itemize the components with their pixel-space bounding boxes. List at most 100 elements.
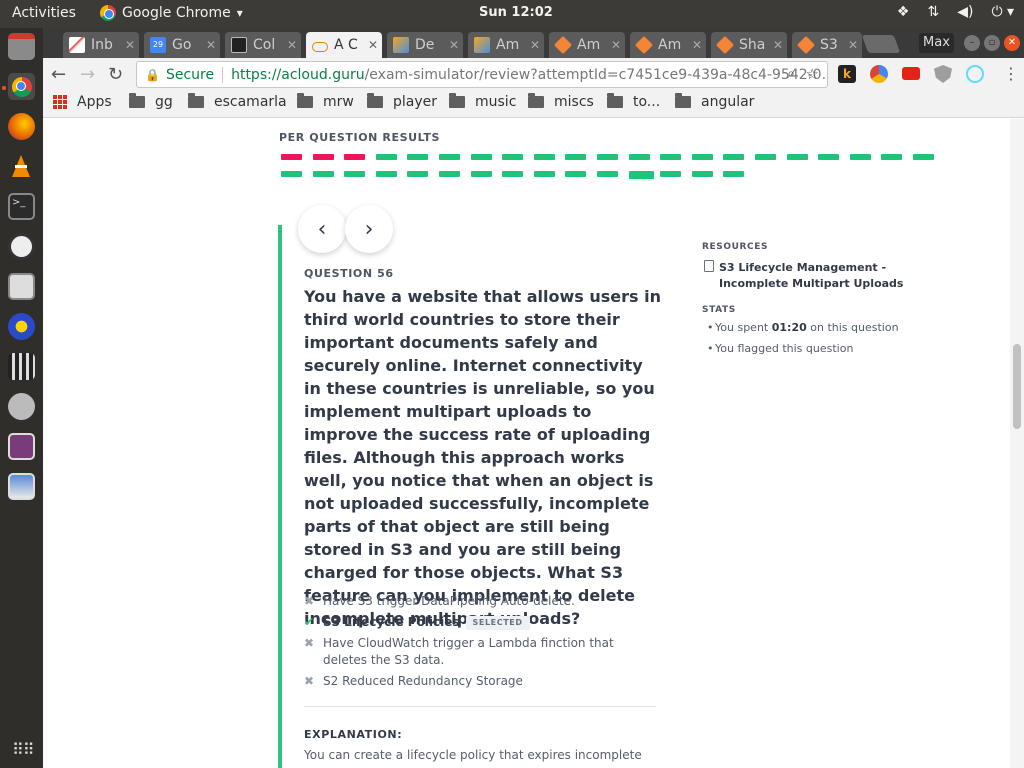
dropbox-icon[interactable]: ❖	[897, 4, 910, 20]
headphones-app-icon[interactable]	[8, 313, 35, 340]
tab-0[interactable]: Inb ✕	[63, 32, 139, 58]
show-applications-icon[interactable]: ⠿⠿	[12, 740, 34, 759]
font-viewer-icon[interactable]	[8, 433, 35, 460]
question-result-wrong[interactable]	[344, 154, 366, 160]
close-icon[interactable]: ✕	[445, 38, 463, 52]
extension-react-icon[interactable]	[966, 65, 984, 83]
bookmark-folder[interactable]: mrw	[297, 93, 354, 110]
bookmark-folder[interactable]: angular	[675, 93, 754, 110]
previous-question-button[interactable]: ‹	[298, 205, 346, 253]
question-result-right[interactable]	[470, 154, 492, 160]
tab-5[interactable]: Am ✕	[468, 32, 544, 58]
terminal-icon[interactable]: >_	[8, 193, 35, 220]
next-question-button[interactable]: ›	[345, 205, 393, 253]
close-icon[interactable]: ✕	[526, 38, 544, 52]
tab-3[interactable]: A C ✕	[306, 32, 382, 58]
question-result-right[interactable]	[312, 171, 334, 177]
reload-icon[interactable]: ↻	[108, 64, 123, 85]
question-result-wrong[interactable]	[281, 154, 302, 160]
bookmark-apps[interactable]: Apps	[53, 94, 112, 110]
question-result-right[interactable]	[407, 154, 429, 160]
question-result-right[interactable]	[723, 154, 745, 160]
close-window-icon[interactable]: ✕	[1004, 35, 1020, 51]
firefox-icon[interactable]	[8, 113, 35, 140]
clock[interactable]: Sun 12:02	[479, 5, 553, 20]
new-tab-button[interactable]	[861, 35, 901, 53]
scrollbar[interactable]	[1010, 119, 1024, 768]
question-result-wrong[interactable]	[312, 154, 334, 160]
activities-button[interactable]: Activities	[12, 5, 76, 21]
image-viewer-icon[interactable]	[8, 473, 35, 500]
settings-tools-icon[interactable]	[8, 393, 35, 420]
extension-shield-icon[interactable]	[934, 65, 952, 83]
address-bar[interactable]: 🔒 Secure https://acloud.guru /exam-simul…	[136, 61, 828, 88]
question-result-right[interactable]	[533, 154, 555, 160]
question-result-right[interactable]	[723, 171, 745, 177]
extension-youtube-icon[interactable]	[902, 67, 920, 80]
question-result-right[interactable]	[691, 154, 713, 160]
bookmark-folder[interactable]: player	[367, 93, 437, 110]
question-result-right[interactable]	[565, 154, 587, 160]
extension-k-icon[interactable]: k	[838, 65, 856, 83]
question-result-right[interactable]	[660, 171, 682, 177]
extension-color-icon[interactable]	[870, 65, 888, 83]
bookmark-folder[interactable]: miscs	[528, 93, 594, 110]
scrollbar-thumb[interactable]	[1013, 344, 1021, 429]
tab-9[interactable]: S3 ✕	[792, 32, 862, 58]
bookmark-folder[interactable]: escamarla	[188, 93, 287, 110]
question-result-right[interactable]	[818, 154, 840, 160]
tab-1[interactable]: 29 Go ✕	[144, 32, 220, 58]
question-result-right[interactable]	[375, 171, 397, 177]
profile-label[interactable]: Max	[919, 33, 954, 53]
app-menu[interactable]: Google Chrome ▾	[100, 5, 243, 21]
question-result-right[interactable]	[470, 171, 492, 177]
bookmark-folder[interactable]: to...	[607, 93, 660, 110]
question-result-right[interactable]	[660, 154, 682, 160]
question-result-right[interactable]	[439, 154, 460, 160]
network-icon[interactable]: ⇅	[927, 4, 939, 20]
vlc-icon[interactable]	[8, 153, 35, 180]
question-result-right[interactable]	[849, 154, 871, 160]
minimize-icon[interactable]: –	[964, 35, 980, 51]
close-icon[interactable]: ✕	[202, 38, 220, 52]
star-icon[interactable]: ☆	[806, 65, 819, 83]
close-icon[interactable]: ✕	[607, 38, 625, 52]
question-result-right[interactable]	[502, 171, 524, 177]
question-result-right[interactable]	[755, 154, 776, 160]
tab-8[interactable]: Sha ✕	[711, 32, 787, 58]
maximize-icon[interactable]: ▫	[984, 35, 1000, 51]
bookmark-folder[interactable]: music	[449, 93, 516, 110]
question-result-right[interactable]	[281, 171, 302, 177]
question-result-right[interactable]	[502, 154, 524, 160]
close-icon[interactable]: ✕	[688, 38, 706, 52]
transmission-icon[interactable]	[8, 273, 35, 300]
menu-icon[interactable]: ⋮	[1003, 64, 1019, 83]
close-icon[interactable]: ✕	[121, 38, 139, 52]
question-result-right[interactable]	[344, 171, 366, 177]
question-result-right[interactable]	[533, 171, 555, 177]
tab-7[interactable]: Am ✕	[630, 32, 706, 58]
volume-icon[interactable]: ◀)	[957, 4, 973, 20]
question-result-right[interactable]	[913, 154, 934, 160]
system-tray[interactable]: ❖ ⇅ ◀) ⏻ ▾	[897, 4, 1014, 20]
close-icon[interactable]: ✕	[769, 38, 787, 52]
power-icon[interactable]: ⏻ ▾	[991, 4, 1014, 20]
question-result-right[interactable]	[786, 154, 808, 160]
question-result-right[interactable]	[691, 171, 713, 177]
back-icon[interactable]: ←	[51, 64, 66, 85]
resource-link[interactable]: S3 Lifecycle Management - Incomplete Mul…	[719, 260, 909, 292]
close-icon[interactable]: ✕	[364, 38, 382, 52]
tab-2[interactable]: Col ✕	[225, 32, 301, 58]
bookmark-folder[interactable]: gg	[129, 93, 173, 110]
close-icon[interactable]: ✕	[283, 38, 301, 52]
question-result-right[interactable]	[881, 154, 903, 160]
question-result-right[interactable]	[597, 154, 618, 160]
question-result-right[interactable]	[628, 154, 650, 160]
question-result-right[interactable]	[565, 171, 587, 177]
file-manager-icon[interactable]	[8, 33, 35, 60]
question-result-right[interactable]	[597, 171, 618, 177]
question-result-right[interactable]	[439, 171, 460, 177]
zoom-icon[interactable]: ⌕	[787, 66, 795, 82]
video-editor-icon[interactable]	[8, 353, 35, 380]
tab-4[interactable]: De ✕	[387, 32, 463, 58]
